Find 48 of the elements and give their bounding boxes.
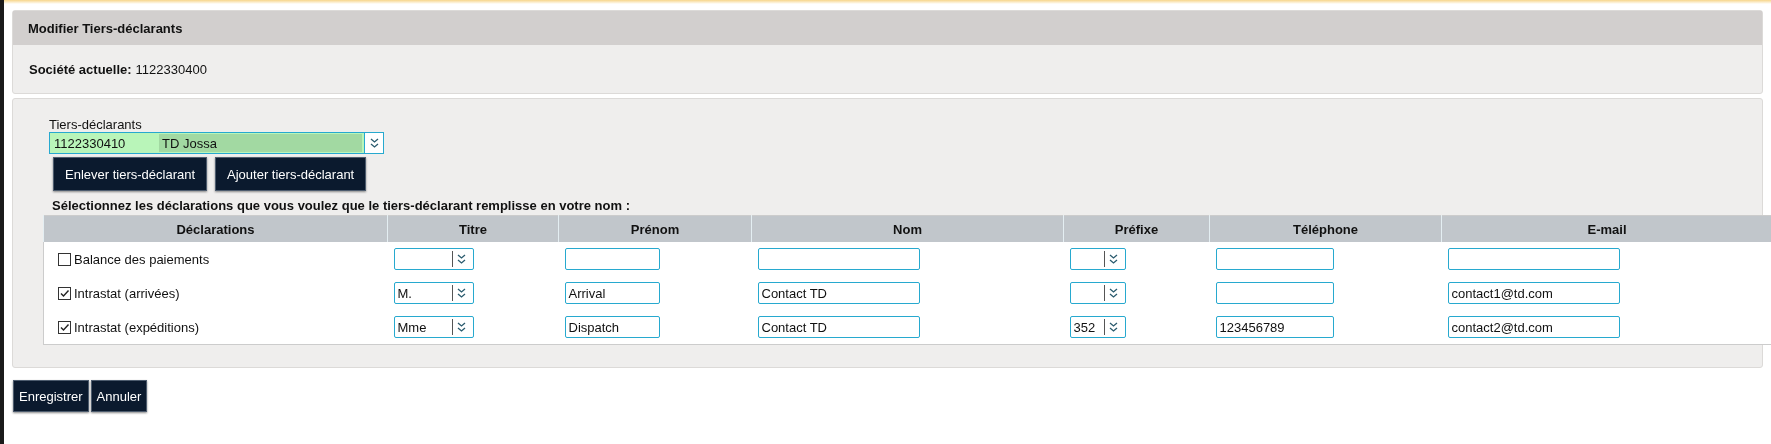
column-header: Téléphone xyxy=(1209,215,1442,242)
declaration-label: Balance des paiements xyxy=(74,251,210,267)
column-header: E-mail xyxy=(1441,215,1771,242)
email-field[interactable] xyxy=(1447,248,1620,270)
declaration-label: Intrastat (arrivées) xyxy=(74,285,180,301)
column-header: Déclarations xyxy=(43,215,388,242)
form-button[interactable]: Enregistrer xyxy=(13,380,89,412)
phone-field[interactable] xyxy=(1215,282,1334,304)
checkbox[interactable] xyxy=(58,320,71,334)
email-field[interactable]: contact2@td.com xyxy=(1447,316,1620,338)
prefix-dropdown[interactable]: 352 xyxy=(1069,316,1126,338)
column-header: Nom xyxy=(751,215,1064,242)
title-dropdown[interactable] xyxy=(393,248,474,270)
double-chevron-icon xyxy=(369,137,379,149)
declaration-label: Intrastat (expéditions) xyxy=(74,319,199,335)
double-chevron-icon xyxy=(1109,321,1118,333)
form-button[interactable]: Annuler xyxy=(90,380,148,412)
phone-field[interactable]: 123456789 xyxy=(1215,316,1334,338)
title-dropdown[interactable]: Mme xyxy=(393,316,474,338)
instruction-text: Sélectionnez les déclarations que vous voulez que le tiers-déclarant remplisse en votre nom : xyxy=(52,198,631,213)
prefix-dropdown[interactable] xyxy=(1069,282,1126,304)
column-header: Titre xyxy=(387,215,559,242)
email-field[interactable]: contact1@td.com xyxy=(1447,282,1620,304)
last-name-field[interactable]: Contact TD xyxy=(757,316,920,338)
company-number: 1122330400 xyxy=(135,61,207,77)
checkbox[interactable] xyxy=(58,286,71,300)
double-chevron-icon xyxy=(457,287,466,299)
first-name-field[interactable]: Dispatch xyxy=(564,316,660,338)
first-name-field[interactable]: Arrival xyxy=(564,282,660,304)
double-chevron-icon xyxy=(457,321,466,333)
first-name-field[interactable] xyxy=(564,248,660,270)
action-button[interactable]: Ajouter tiers-déclarant xyxy=(215,157,367,191)
prefix-dropdown[interactable] xyxy=(1069,248,1126,270)
last-name-field[interactable] xyxy=(757,248,920,270)
column-header: Prénom xyxy=(558,215,752,242)
double-chevron-icon xyxy=(1109,253,1118,265)
last-name-field[interactable]: Contact TD xyxy=(757,282,920,304)
field-label: Tiers-déclarants xyxy=(49,117,143,132)
company-label: Société actuelle: xyxy=(29,61,132,77)
title-dropdown[interactable]: M. xyxy=(393,282,474,304)
phone-field[interactable] xyxy=(1215,248,1334,270)
column-header: Préfixe xyxy=(1063,215,1210,242)
checkbox[interactable] xyxy=(58,252,71,266)
action-button[interactable]: Enlever tiers-déclarant xyxy=(53,157,208,191)
double-chevron-icon xyxy=(457,253,466,265)
declarant-dropdown[interactable]: 1122330410 TD Jossa xyxy=(49,132,384,154)
double-chevron-icon xyxy=(1109,287,1118,299)
panel-title: Modifier Tiers-déclarants xyxy=(28,20,183,36)
